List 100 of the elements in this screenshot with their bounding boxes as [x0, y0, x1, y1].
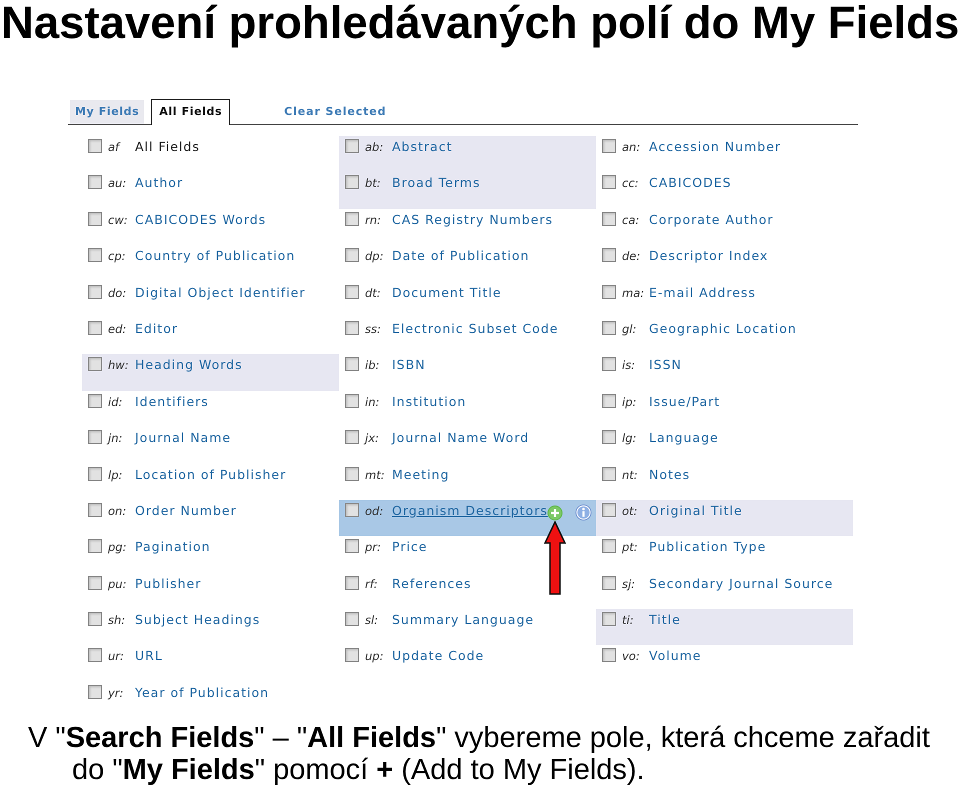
field-link[interactable]: Year of Publication — [135, 684, 270, 702]
field-link[interactable]: Identifiers — [135, 392, 209, 411]
checkbox[interactable] — [88, 466, 102, 481]
checkbox[interactable] — [88, 648, 102, 662]
checkbox[interactable] — [602, 394, 616, 408]
field-link[interactable]: Date of Publication — [392, 247, 530, 266]
checkbox[interactable] — [345, 502, 359, 517]
checkbox[interactable] — [345, 648, 359, 662]
field-link[interactable]: ISSN — [649, 356, 682, 374]
field-link[interactable]: Descriptor Index — [649, 247, 768, 266]
field-link[interactable]: Update Code — [392, 647, 484, 666]
field-link[interactable]: ISBN — [392, 356, 426, 374]
field-link[interactable]: Summary Language — [392, 611, 534, 630]
field-link[interactable]: Notes — [649, 466, 690, 484]
field-link[interactable]: Language — [649, 429, 719, 448]
field-link[interactable]: Document Title — [392, 284, 502, 302]
field-link[interactable]: Original Title — [649, 502, 743, 520]
field-code: de: — [622, 248, 642, 266]
field-link[interactable]: URL — [135, 647, 163, 666]
checkbox[interactable] — [602, 284, 616, 299]
field-code: on: — [108, 502, 128, 520]
field-link[interactable]: Institution — [392, 392, 466, 411]
checkbox[interactable] — [345, 320, 359, 335]
checkbox[interactable] — [88, 612, 102, 626]
field-link[interactable]: Publication Type — [649, 538, 766, 556]
field-link[interactable]: Issue/Part — [649, 392, 720, 411]
field-link[interactable]: Order Number — [135, 502, 237, 520]
field-link[interactable]: Broad Terms — [392, 174, 480, 192]
checkbox[interactable] — [88, 684, 102, 699]
field-link[interactable]: Abstract — [392, 138, 452, 156]
field-link[interactable]: Geographic Location — [649, 320, 797, 338]
tab[interactable]: My Fields — [70, 100, 144, 124]
checkbox[interactable] — [602, 612, 616, 626]
field-link[interactable]: CABICODES — [649, 174, 732, 192]
checkbox[interactable] — [602, 648, 616, 662]
checkbox[interactable] — [602, 320, 616, 335]
checkbox[interactable] — [602, 430, 616, 444]
add-icon[interactable] — [546, 504, 563, 521]
checkbox[interactable] — [345, 139, 359, 153]
field-link[interactable]: Journal Name Word — [392, 429, 530, 448]
checkbox[interactable] — [88, 539, 102, 554]
checkbox[interactable] — [602, 248, 616, 262]
field-link[interactable]: Pagination — [135, 538, 211, 556]
field-link[interactable]: Digital Object Identifier — [135, 284, 306, 302]
field-link[interactable]: Corporate Author — [649, 210, 774, 229]
field-link[interactable]: Organism Descriptors — [392, 502, 548, 520]
checkbox[interactable] — [88, 576, 102, 590]
checkbox[interactable] — [88, 357, 102, 372]
checkbox[interactable] — [345, 284, 359, 299]
checkbox[interactable] — [345, 576, 359, 590]
checkbox[interactable] — [345, 394, 359, 408]
checkbox[interactable] — [88, 430, 102, 444]
field-link[interactable]: E-mail Address — [649, 284, 756, 302]
checkbox[interactable] — [345, 357, 359, 372]
checkbox[interactable] — [602, 466, 616, 481]
checkbox[interactable] — [345, 175, 359, 190]
checkbox[interactable] — [88, 394, 102, 408]
clear-selected-link[interactable]: Clear Selected — [284, 104, 386, 120]
checkbox[interactable] — [88, 320, 102, 335]
checkbox[interactable] — [88, 175, 102, 190]
checkbox[interactable] — [88, 139, 102, 153]
field-link[interactable]: Secondary Journal Source — [649, 574, 834, 593]
checkbox[interactable] — [345, 248, 359, 262]
checkbox[interactable] — [602, 576, 616, 590]
checkbox[interactable] — [345, 539, 359, 554]
info-icon[interactable] — [574, 504, 592, 521]
checkbox[interactable] — [345, 430, 359, 444]
checkbox[interactable] — [345, 466, 359, 481]
field-link[interactable]: Country of Publication — [135, 247, 296, 266]
field-label[interactable]: All Fields — [135, 138, 200, 156]
field-link[interactable]: CABICODES Words — [135, 210, 266, 229]
checkbox[interactable] — [345, 612, 359, 626]
checkbox[interactable] — [602, 502, 616, 517]
field-link[interactable]: Price — [392, 538, 428, 556]
checkbox[interactable] — [88, 502, 102, 517]
field-link[interactable]: Accession Number — [649, 138, 782, 156]
checkbox[interactable] — [602, 175, 616, 190]
field-link[interactable]: Publisher — [135, 574, 202, 593]
checkbox[interactable] — [88, 212, 102, 226]
field-link[interactable]: Location of Publisher — [135, 466, 286, 484]
field-link[interactable]: Journal Name — [135, 429, 232, 448]
checkbox[interactable] — [345, 212, 359, 226]
field-link[interactable]: Subject Headings — [135, 611, 260, 630]
field-code: is: — [622, 357, 636, 374]
checkbox[interactable] — [602, 357, 616, 372]
checkbox[interactable] — [602, 139, 616, 153]
checkbox[interactable] — [602, 539, 616, 554]
field-link[interactable]: Electronic Subset Code — [392, 320, 558, 338]
field-link[interactable]: References — [392, 574, 472, 593]
field-link[interactable]: Heading Words — [135, 356, 243, 374]
field-link[interactable]: Title — [649, 611, 681, 630]
field-link[interactable]: CAS Registry Numbers — [392, 210, 554, 229]
checkbox[interactable] — [602, 212, 616, 226]
field-link[interactable]: Volume — [649, 647, 702, 666]
tab[interactable]: All Fields — [151, 99, 230, 125]
checkbox[interactable] — [88, 284, 102, 299]
checkbox[interactable] — [88, 248, 102, 262]
field-link[interactable]: Meeting — [392, 466, 450, 484]
field-link[interactable]: Editor — [135, 320, 178, 338]
field-link[interactable]: Author — [135, 174, 184, 192]
